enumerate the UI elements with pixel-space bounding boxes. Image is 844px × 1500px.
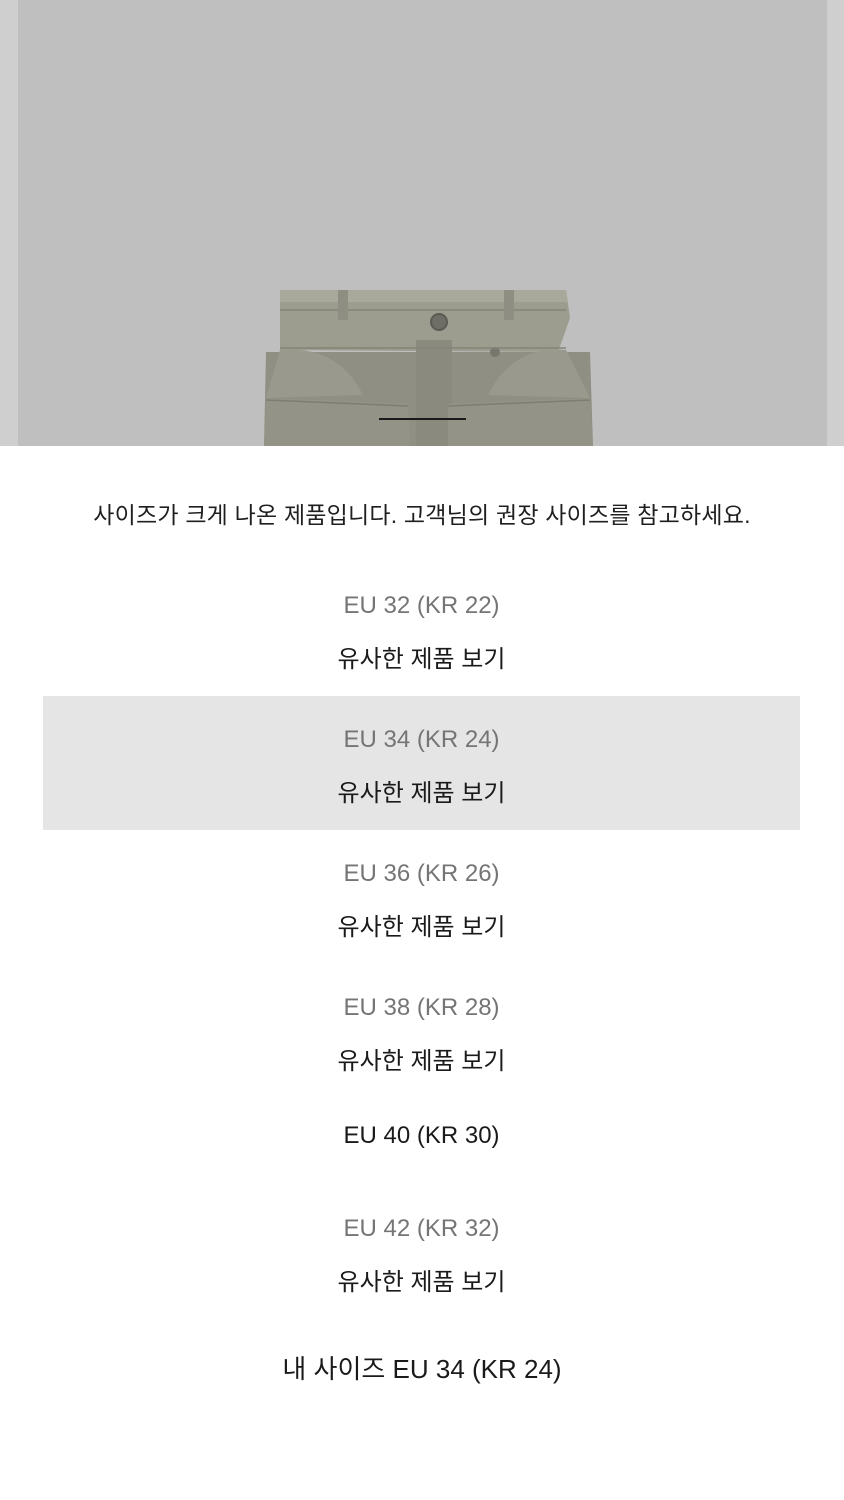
- similar-products-link[interactable]: 유사한 제품 보기: [43, 1041, 800, 1076]
- size-option-eu-42[interactable]: EU 42 (KR 32) 유사한 제품 보기: [43, 1185, 800, 1319]
- size-list: EU 32 (KR 22) 유사한 제품 보기 EU 34 (KR 24) 유사…: [43, 562, 800, 1319]
- size-label: EU 42 (KR 32): [343, 1215, 500, 1242]
- my-size-label[interactable]: 내 사이즈 EU 34 (KR 24): [0, 1349, 844, 1386]
- size-option-eu-36[interactable]: EU 36 (KR 26) 유사한 제품 보기: [43, 830, 800, 964]
- similar-products-link[interactable]: 유사한 제품 보기: [43, 1262, 800, 1297]
- similar-products-link[interactable]: 유사한 제품 보기: [43, 907, 800, 942]
- size-option-eu-38[interactable]: EU 38 (KR 28) 유사한 제품 보기: [43, 964, 800, 1098]
- product-image: [18, 0, 827, 446]
- similar-products-link[interactable]: 유사한 제품 보기: [43, 639, 800, 674]
- sheet-drag-handle[interactable]: [379, 418, 466, 420]
- size-label: EU 34 (KR 24): [343, 726, 500, 753]
- pants-image: [264, 290, 593, 446]
- fit-notice: 사이즈가 크게 나온 제품입니다. 고객님의 권장 사이즈를 참고하세요.: [93, 502, 751, 528]
- size-label: EU 32 (KR 22): [343, 592, 500, 619]
- product-image-area: [0, 0, 844, 446]
- size-label: EU 40 (KR 30): [343, 1122, 500, 1149]
- similar-products-link[interactable]: 유사한 제품 보기: [43, 773, 800, 808]
- size-label: EU 36 (KR 26): [343, 860, 500, 887]
- size-option-eu-34[interactable]: EU 34 (KR 24) 유사한 제품 보기: [43, 696, 800, 830]
- size-option-eu-40[interactable]: EU 40 (KR 30): [43, 1098, 800, 1185]
- size-option-eu-32[interactable]: EU 32 (KR 22) 유사한 제품 보기: [43, 562, 800, 696]
- size-label: EU 38 (KR 28): [343, 994, 500, 1021]
